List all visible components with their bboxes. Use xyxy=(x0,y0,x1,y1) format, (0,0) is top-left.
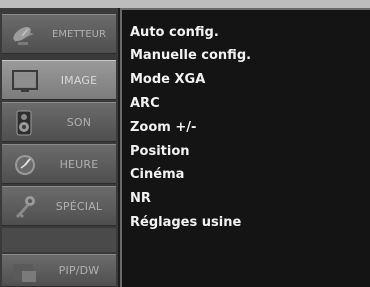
menu-item-arc[interactable]: ARC xyxy=(130,96,160,111)
menu-item-manual-config[interactable]: Manuelle config. xyxy=(130,48,251,63)
tab-pip-dw[interactable]: PIP/DW xyxy=(2,254,116,287)
tab-image[interactable]: IMAGE xyxy=(2,60,116,100)
menu-item-factory-reset[interactable]: Réglages usine xyxy=(130,215,241,230)
monitor-icon xyxy=(12,70,38,92)
tab-label: EMETTEUR xyxy=(52,28,106,40)
tab-column: EMETTEUR IMAGE SON HEURE SPÉCIAL PIP/DW xyxy=(0,8,118,287)
clock-icon xyxy=(15,155,35,175)
tab-heure[interactable]: HEURE xyxy=(2,144,116,184)
tab-spacer xyxy=(2,228,116,252)
speaker-icon xyxy=(16,110,32,136)
tab-label: PIP/DW xyxy=(58,264,100,277)
tab-special[interactable]: SPÉCIAL xyxy=(2,186,116,226)
menu-item-auto-config[interactable]: Auto config. xyxy=(130,25,219,40)
tab-label: SON xyxy=(66,115,92,129)
menu-item-nr[interactable]: NR xyxy=(130,191,151,206)
menu-panel: Auto config. Manuelle config. Mode XGA A… xyxy=(120,8,370,287)
pip-icon xyxy=(13,264,36,282)
tab-emetteur[interactable]: EMETTEUR xyxy=(2,14,116,54)
menu-item-zoom[interactable]: Zoom +/- xyxy=(130,120,196,135)
tab-label: IMAGE xyxy=(60,73,98,87)
tab-son[interactable]: SON xyxy=(2,102,116,142)
key-icon xyxy=(16,196,35,218)
menu-item-cinema[interactable]: Cinéma xyxy=(130,167,184,182)
top-border xyxy=(0,0,370,8)
menu-item-position[interactable]: Position xyxy=(130,144,190,159)
satellite-dish-icon xyxy=(13,26,34,45)
tab-label: HEURE xyxy=(59,157,99,171)
menu-item-mode-xga[interactable]: Mode XGA xyxy=(130,72,205,87)
osd-menu: EMETTEUR IMAGE SON HEURE SPÉCIAL PIP/DW … xyxy=(0,8,370,287)
tab-label: SPÉCIAL xyxy=(55,199,103,213)
